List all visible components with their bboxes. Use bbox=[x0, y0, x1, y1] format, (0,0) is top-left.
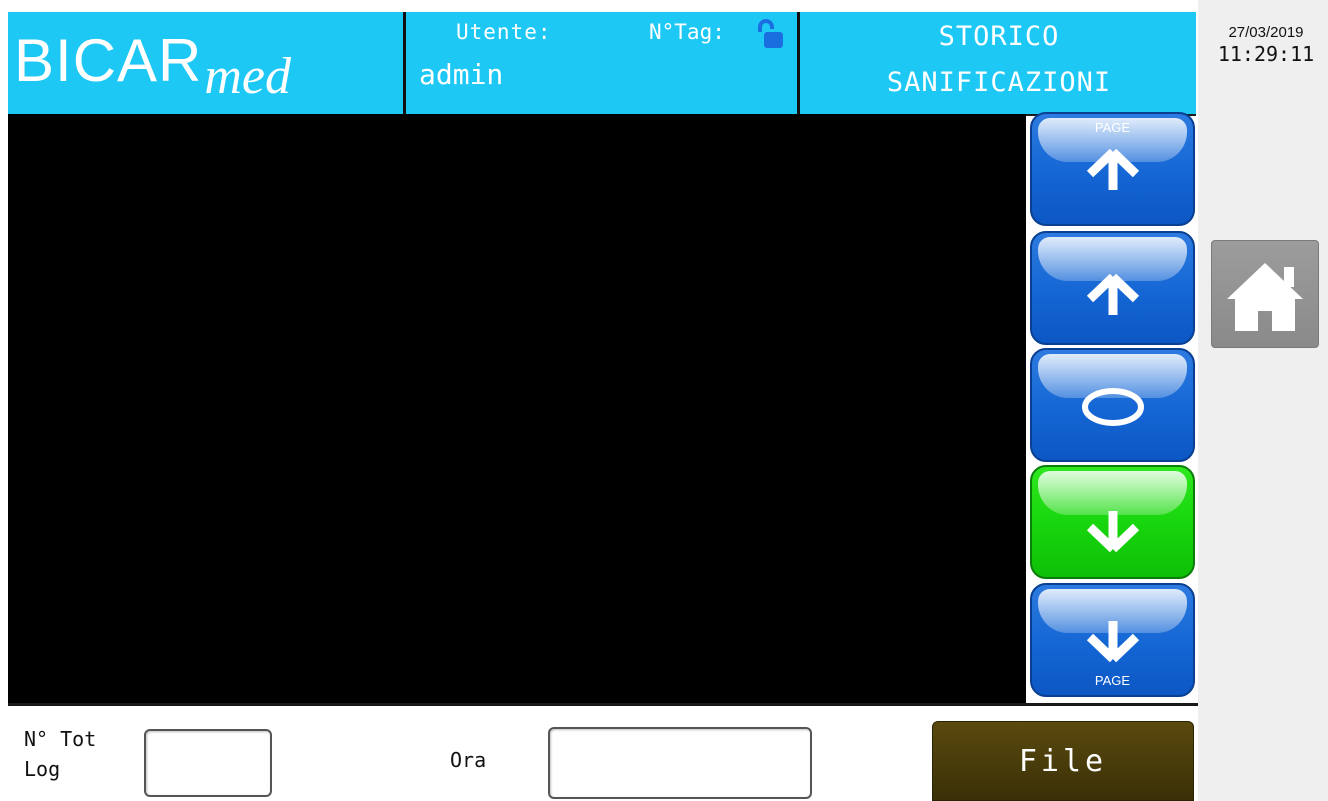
logo-sub-text: med bbox=[204, 48, 292, 105]
file-button-label: File bbox=[1018, 744, 1108, 779]
time-display: 11:29:11 bbox=[1217, 42, 1315, 66]
scroll-up-button[interactable] bbox=[1030, 231, 1195, 345]
time-field[interactable] bbox=[548, 727, 812, 799]
reset-button[interactable] bbox=[1030, 348, 1195, 462]
scroll-down-button[interactable] bbox=[1030, 465, 1195, 579]
bicarmed-logo: BICARmed bbox=[14, 18, 291, 114]
user-label: Utente: bbox=[456, 20, 552, 44]
screen: BICARmed Utente: admin N°Tag: STORICO SA… bbox=[0, 0, 1328, 801]
page-title-line1: STORICO bbox=[938, 21, 1060, 52]
tag-label: N°Tag: bbox=[649, 20, 725, 44]
unlocked-padlock-icon[interactable] bbox=[756, 18, 784, 52]
page-down-button[interactable]: PAGE bbox=[1030, 583, 1195, 697]
right-panel bbox=[1198, 0, 1328, 801]
user-value: admin bbox=[419, 58, 504, 91]
total-log-label: N° Tot Log bbox=[24, 727, 97, 781]
time-label: Ora bbox=[450, 748, 487, 772]
file-button[interactable]: File bbox=[932, 721, 1194, 801]
logo-main-text: BICAR bbox=[14, 27, 203, 94]
page-down-label: PAGE bbox=[1094, 673, 1131, 688]
header-divider bbox=[403, 12, 406, 114]
home-button[interactable] bbox=[1211, 240, 1319, 348]
page-title: STORICO SANIFICAZIONI bbox=[802, 14, 1196, 106]
arrow-up-icon bbox=[1086, 273, 1140, 315]
total-log-field[interactable] bbox=[144, 729, 272, 797]
arrow-down-icon bbox=[1086, 511, 1140, 553]
home-icon bbox=[1227, 263, 1303, 331]
arrow-up-icon bbox=[1086, 148, 1140, 190]
circle-icon bbox=[1082, 388, 1144, 426]
divider bbox=[8, 703, 1198, 706]
page-title-line2: SANIFICAZIONI bbox=[886, 67, 1112, 98]
date-display: 27/03/2019 bbox=[1228, 24, 1304, 41]
header-divider bbox=[797, 12, 800, 114]
page-up-button[interactable]: PAGE bbox=[1030, 112, 1195, 226]
log-viewer[interactable] bbox=[8, 114, 1026, 704]
